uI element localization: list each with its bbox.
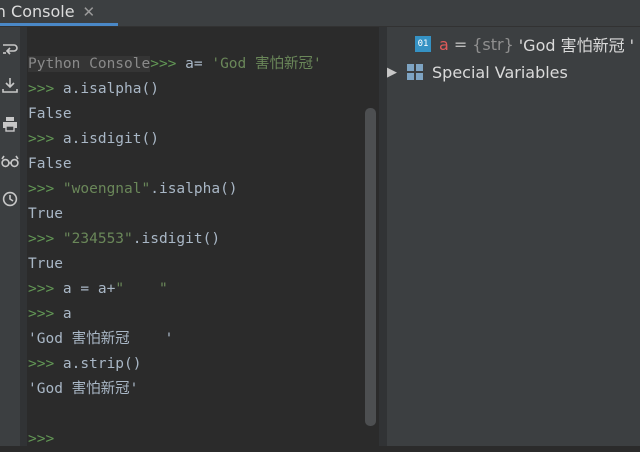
console-output[interactable]: Python Console>>> a= 'God 害怕新冠' >>> a.is… <box>28 27 376 447</box>
console-line: >>> a.isdigit() <box>28 131 159 147</box>
active-tab-indicator <box>0 23 118 26</box>
console-banner: Python Console <box>28 56 151 72</box>
tab-title: on Console <box>0 2 75 21</box>
console-output-line: 'God 害怕新冠' <box>28 381 139 397</box>
variable-type: {str} <box>472 34 514 54</box>
console-scrollbar[interactable] <box>365 108 376 426</box>
variable-row-a[interactable]: 01 a = {str} 'God 害怕新冠 ' <box>415 31 634 57</box>
expand-arrow-icon[interactable]: ▶ <box>387 65 407 80</box>
console-output-line: 'God 害怕新冠 ' <box>28 331 174 347</box>
console-line: >>> "234553".isdigit() <box>28 231 221 247</box>
special-variables-icon <box>407 64 423 80</box>
special-variables-label: Special Variables <box>432 62 568 82</box>
console-line: >>> "woengnal".isalpha() <box>28 181 238 197</box>
variables-panel: 01 a = {str} 'God 害怕新冠 ' ▶ Special Varia… <box>387 27 640 446</box>
close-icon[interactable]: ✕ <box>83 3 96 21</box>
console-line: >>> a <box>28 306 72 322</box>
console-line: >>> a.strip() <box>28 356 142 372</box>
history-icon[interactable] <box>0 188 20 210</box>
console-tab-bar: on Console ✕ <box>0 0 640 27</box>
console-output-line: False <box>28 156 72 172</box>
console-output-line: True <box>28 256 63 272</box>
panel-splitter[interactable] <box>379 27 387 446</box>
console-gutter <box>20 27 27 446</box>
variable-name: a <box>439 34 449 54</box>
console-line: Python Console>>> a= 'God 害怕新冠' <box>28 56 322 72</box>
console-toolbar <box>0 27 20 446</box>
console-line: >>> a.isalpha() <box>28 81 159 97</box>
variable-value: 'God 害怕新冠 ' <box>518 36 635 55</box>
console-output-line: False <box>28 106 72 122</box>
soft-wrap-icon[interactable] <box>0 38 20 60</box>
console-output-line: True <box>28 206 63 222</box>
show-variables-icon[interactable] <box>0 151 20 173</box>
print-icon[interactable] <box>0 113 20 135</box>
input-prompt: >>> <box>28 431 55 447</box>
variable-equals: = <box>453 34 468 54</box>
console-line: >>> a = a+" " <box>28 281 168 297</box>
console-input-line[interactable]: >>> <box>28 427 54 452</box>
string-variable-icon: 01 <box>415 36 431 52</box>
tab-python-console[interactable]: on Console ✕ <box>0 0 118 23</box>
scroll-to-end-icon[interactable] <box>0 74 20 96</box>
special-variables-row[interactable]: ▶ Special Variables <box>387 59 568 85</box>
